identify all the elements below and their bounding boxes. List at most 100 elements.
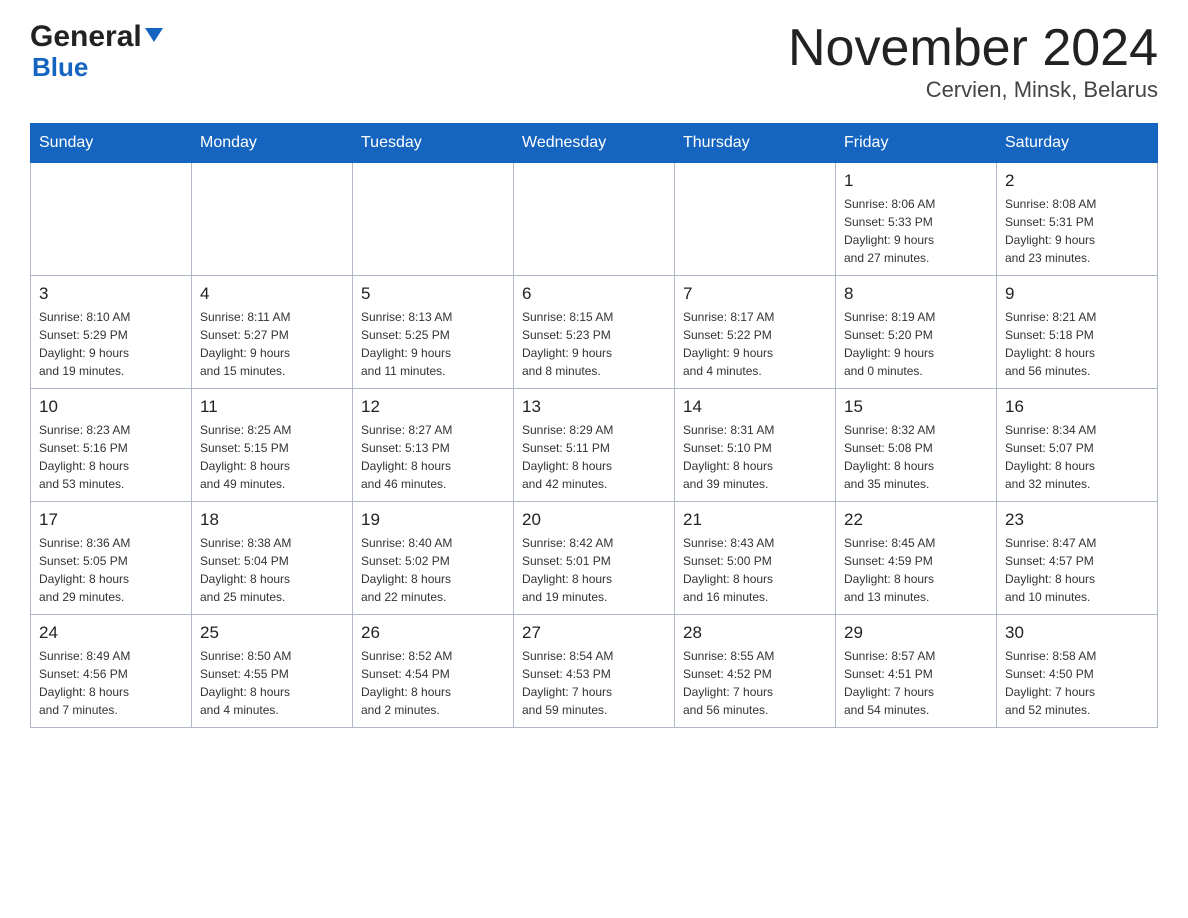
calendar-week-row: 17 Sunrise: 8:36 AM Sunset: 5:05 PM Dayli… xyxy=(31,502,1158,615)
day-info: Sunrise: 8:19 AM Sunset: 5:20 PM Dayligh… xyxy=(844,308,988,380)
day-number: 17 xyxy=(39,510,183,530)
day-info: Sunrise: 8:27 AM Sunset: 5:13 PM Dayligh… xyxy=(361,421,505,493)
day-number: 13 xyxy=(522,397,666,417)
logo-general-text: General xyxy=(30,20,142,54)
day-info: Sunrise: 8:58 AM Sunset: 4:50 PM Dayligh… xyxy=(1005,647,1149,719)
day-number: 16 xyxy=(1005,397,1149,417)
header: General Blue November 2024 Cervien, Mins… xyxy=(30,20,1158,103)
calendar-cell: 29Sunrise: 8:57 AM Sunset: 4:51 PM Dayli… xyxy=(836,615,997,728)
calendar-cell: 25 Sunrise: 8:50 AM Sunset: 4:55 PM Dayli… xyxy=(192,615,353,728)
day-number: 27 xyxy=(522,623,666,643)
day-info: Sunrise: 8:42 AM Sunset: 5:01 PM Dayligh… xyxy=(522,534,666,606)
weekday-header-row: SundayMondayTuesdayWednesdayThursdayFrid… xyxy=(31,124,1158,163)
day-number: 15 xyxy=(844,397,988,417)
day-number: 28 xyxy=(683,623,827,643)
calendar-cell xyxy=(675,163,836,276)
calendar-cell xyxy=(192,163,353,276)
calendar-cell: 23Sunrise: 8:47 AM Sunset: 4:57 PM Dayli… xyxy=(997,502,1158,615)
day-number: 21 xyxy=(683,510,827,530)
day-info: Sunrise: 8:08 AM Sunset: 5:31 PM Dayligh… xyxy=(1005,195,1149,267)
day-number: 4 xyxy=(200,284,344,304)
calendar-cell: 20 Sunrise: 8:42 AM Sunset: 5:01 PM Dayli… xyxy=(514,502,675,615)
calendar-cell: 26Sunrise: 8:52 AM Sunset: 4:54 PM Dayli… xyxy=(353,615,514,728)
day-number: 25 xyxy=(200,623,344,643)
title-area: November 2024 Cervien, Minsk, Belarus xyxy=(788,20,1158,103)
day-number: 3 xyxy=(39,284,183,304)
day-number: 1 xyxy=(844,171,988,191)
calendar-cell: 15 Sunrise: 8:32 AM Sunset: 5:08 PM Dayli… xyxy=(836,389,997,502)
day-info: Sunrise: 8:25 AM Sunset: 5:15 PM Dayligh… xyxy=(200,421,344,493)
day-number: 30 xyxy=(1005,623,1149,643)
calendar-week-row: 10 Sunrise: 8:23 AM Sunset: 5:16 PM Dayli… xyxy=(31,389,1158,502)
calendar-week-row: 24 Sunrise: 8:49 AM Sunset: 4:56 PM Dayli… xyxy=(31,615,1158,728)
calendar-cell: 21Sunrise: 8:43 AM Sunset: 5:00 PM Dayli… xyxy=(675,502,836,615)
calendar-cell: 18 Sunrise: 8:38 AM Sunset: 5:04 PM Dayli… xyxy=(192,502,353,615)
day-info: Sunrise: 8:49 AM Sunset: 4:56 PM Dayligh… xyxy=(39,647,183,719)
day-number: 9 xyxy=(1005,284,1149,304)
day-info: Sunrise: 8:10 AM Sunset: 5:29 PM Dayligh… xyxy=(39,308,183,380)
calendar-table: SundayMondayTuesdayWednesdayThursdayFrid… xyxy=(30,123,1158,728)
day-info: Sunrise: 8:32 AM Sunset: 5:08 PM Dayligh… xyxy=(844,421,988,493)
day-number: 8 xyxy=(844,284,988,304)
calendar-week-row: 3 Sunrise: 8:10 AM Sunset: 5:29 PM Daylig… xyxy=(31,276,1158,389)
calendar-cell: 8 Sunrise: 8:19 AM Sunset: 5:20 PM Daylig… xyxy=(836,276,997,389)
day-number: 22 xyxy=(844,510,988,530)
calendar-cell: 14Sunrise: 8:31 AM Sunset: 5:10 PM Dayli… xyxy=(675,389,836,502)
day-info: Sunrise: 8:50 AM Sunset: 4:55 PM Dayligh… xyxy=(200,647,344,719)
calendar-cell: 17 Sunrise: 8:36 AM Sunset: 5:05 PM Dayli… xyxy=(31,502,192,615)
day-number: 24 xyxy=(39,623,183,643)
day-info: Sunrise: 8:45 AM Sunset: 4:59 PM Dayligh… xyxy=(844,534,988,606)
day-number: 18 xyxy=(200,510,344,530)
weekday-header-wednesday: Wednesday xyxy=(514,124,675,163)
month-title: November 2024 xyxy=(788,20,1158,77)
logo: General Blue xyxy=(30,20,165,80)
day-number: 2 xyxy=(1005,171,1149,191)
day-info: Sunrise: 8:29 AM Sunset: 5:11 PM Dayligh… xyxy=(522,421,666,493)
calendar-cell: 11 Sunrise: 8:25 AM Sunset: 5:15 PM Dayli… xyxy=(192,389,353,502)
calendar-cell: 10 Sunrise: 8:23 AM Sunset: 5:16 PM Dayli… xyxy=(31,389,192,502)
day-info: Sunrise: 8:23 AM Sunset: 5:16 PM Dayligh… xyxy=(39,421,183,493)
calendar-cell xyxy=(353,163,514,276)
calendar-cell: 19 Sunrise: 8:40 AM Sunset: 5:02 PM Dayli… xyxy=(353,502,514,615)
calendar-cell: 4 Sunrise: 8:11 AM Sunset: 5:27 PM Daylig… xyxy=(192,276,353,389)
calendar-cell: 6Sunrise: 8:15 AM Sunset: 5:23 PM Daylig… xyxy=(514,276,675,389)
day-info: Sunrise: 8:36 AM Sunset: 5:05 PM Dayligh… xyxy=(39,534,183,606)
weekday-header-saturday: Saturday xyxy=(997,124,1158,163)
calendar-cell xyxy=(514,163,675,276)
day-info: Sunrise: 8:55 AM Sunset: 4:52 PM Dayligh… xyxy=(683,647,827,719)
weekday-header-tuesday: Tuesday xyxy=(353,124,514,163)
day-number: 5 xyxy=(361,284,505,304)
calendar-cell: 30 Sunrise: 8:58 AM Sunset: 4:50 PM Dayli… xyxy=(997,615,1158,728)
calendar-cell: 9 Sunrise: 8:21 AM Sunset: 5:18 PM Daylig… xyxy=(997,276,1158,389)
calendar-cell: 16 Sunrise: 8:34 AM Sunset: 5:07 PM Dayli… xyxy=(997,389,1158,502)
day-number: 14 xyxy=(683,397,827,417)
calendar-cell: 27 Sunrise: 8:54 AM Sunset: 4:53 PM Dayli… xyxy=(514,615,675,728)
calendar-cell: 1 Sunrise: 8:06 AM Sunset: 5:33 PM Daylig… xyxy=(836,163,997,276)
calendar-cell: 24 Sunrise: 8:49 AM Sunset: 4:56 PM Dayli… xyxy=(31,615,192,728)
calendar-cell: 12 Sunrise: 8:27 AM Sunset: 5:13 PM Dayli… xyxy=(353,389,514,502)
day-info: Sunrise: 8:17 AM Sunset: 5:22 PM Dayligh… xyxy=(683,308,827,380)
day-number: 12 xyxy=(361,397,505,417)
day-number: 6 xyxy=(522,284,666,304)
day-info: Sunrise: 8:06 AM Sunset: 5:33 PM Dayligh… xyxy=(844,195,988,267)
calendar-cell: 13 Sunrise: 8:29 AM Sunset: 5:11 PM Dayli… xyxy=(514,389,675,502)
day-info: Sunrise: 8:54 AM Sunset: 4:53 PM Dayligh… xyxy=(522,647,666,719)
day-number: 7 xyxy=(683,284,827,304)
day-number: 26 xyxy=(361,623,505,643)
day-info: Sunrise: 8:34 AM Sunset: 5:07 PM Dayligh… xyxy=(1005,421,1149,493)
day-number: 10 xyxy=(39,397,183,417)
calendar-cell xyxy=(31,163,192,276)
day-info: Sunrise: 8:40 AM Sunset: 5:02 PM Dayligh… xyxy=(361,534,505,606)
day-info: Sunrise: 8:21 AM Sunset: 5:18 PM Dayligh… xyxy=(1005,308,1149,380)
day-info: Sunrise: 8:11 AM Sunset: 5:27 PM Dayligh… xyxy=(200,308,344,380)
day-number: 19 xyxy=(361,510,505,530)
location-title: Cervien, Minsk, Belarus xyxy=(788,77,1158,103)
logo-triangle-icon xyxy=(143,24,165,46)
calendar-week-row: 1 Sunrise: 8:06 AM Sunset: 5:33 PM Daylig… xyxy=(31,163,1158,276)
day-info: Sunrise: 8:38 AM Sunset: 5:04 PM Dayligh… xyxy=(200,534,344,606)
day-number: 20 xyxy=(522,510,666,530)
calendar-cell: 2 Sunrise: 8:08 AM Sunset: 5:31 PM Daylig… xyxy=(997,163,1158,276)
day-number: 11 xyxy=(200,397,344,417)
calendar-cell: 7 Sunrise: 8:17 AM Sunset: 5:22 PM Daylig… xyxy=(675,276,836,389)
day-info: Sunrise: 8:47 AM Sunset: 4:57 PM Dayligh… xyxy=(1005,534,1149,606)
